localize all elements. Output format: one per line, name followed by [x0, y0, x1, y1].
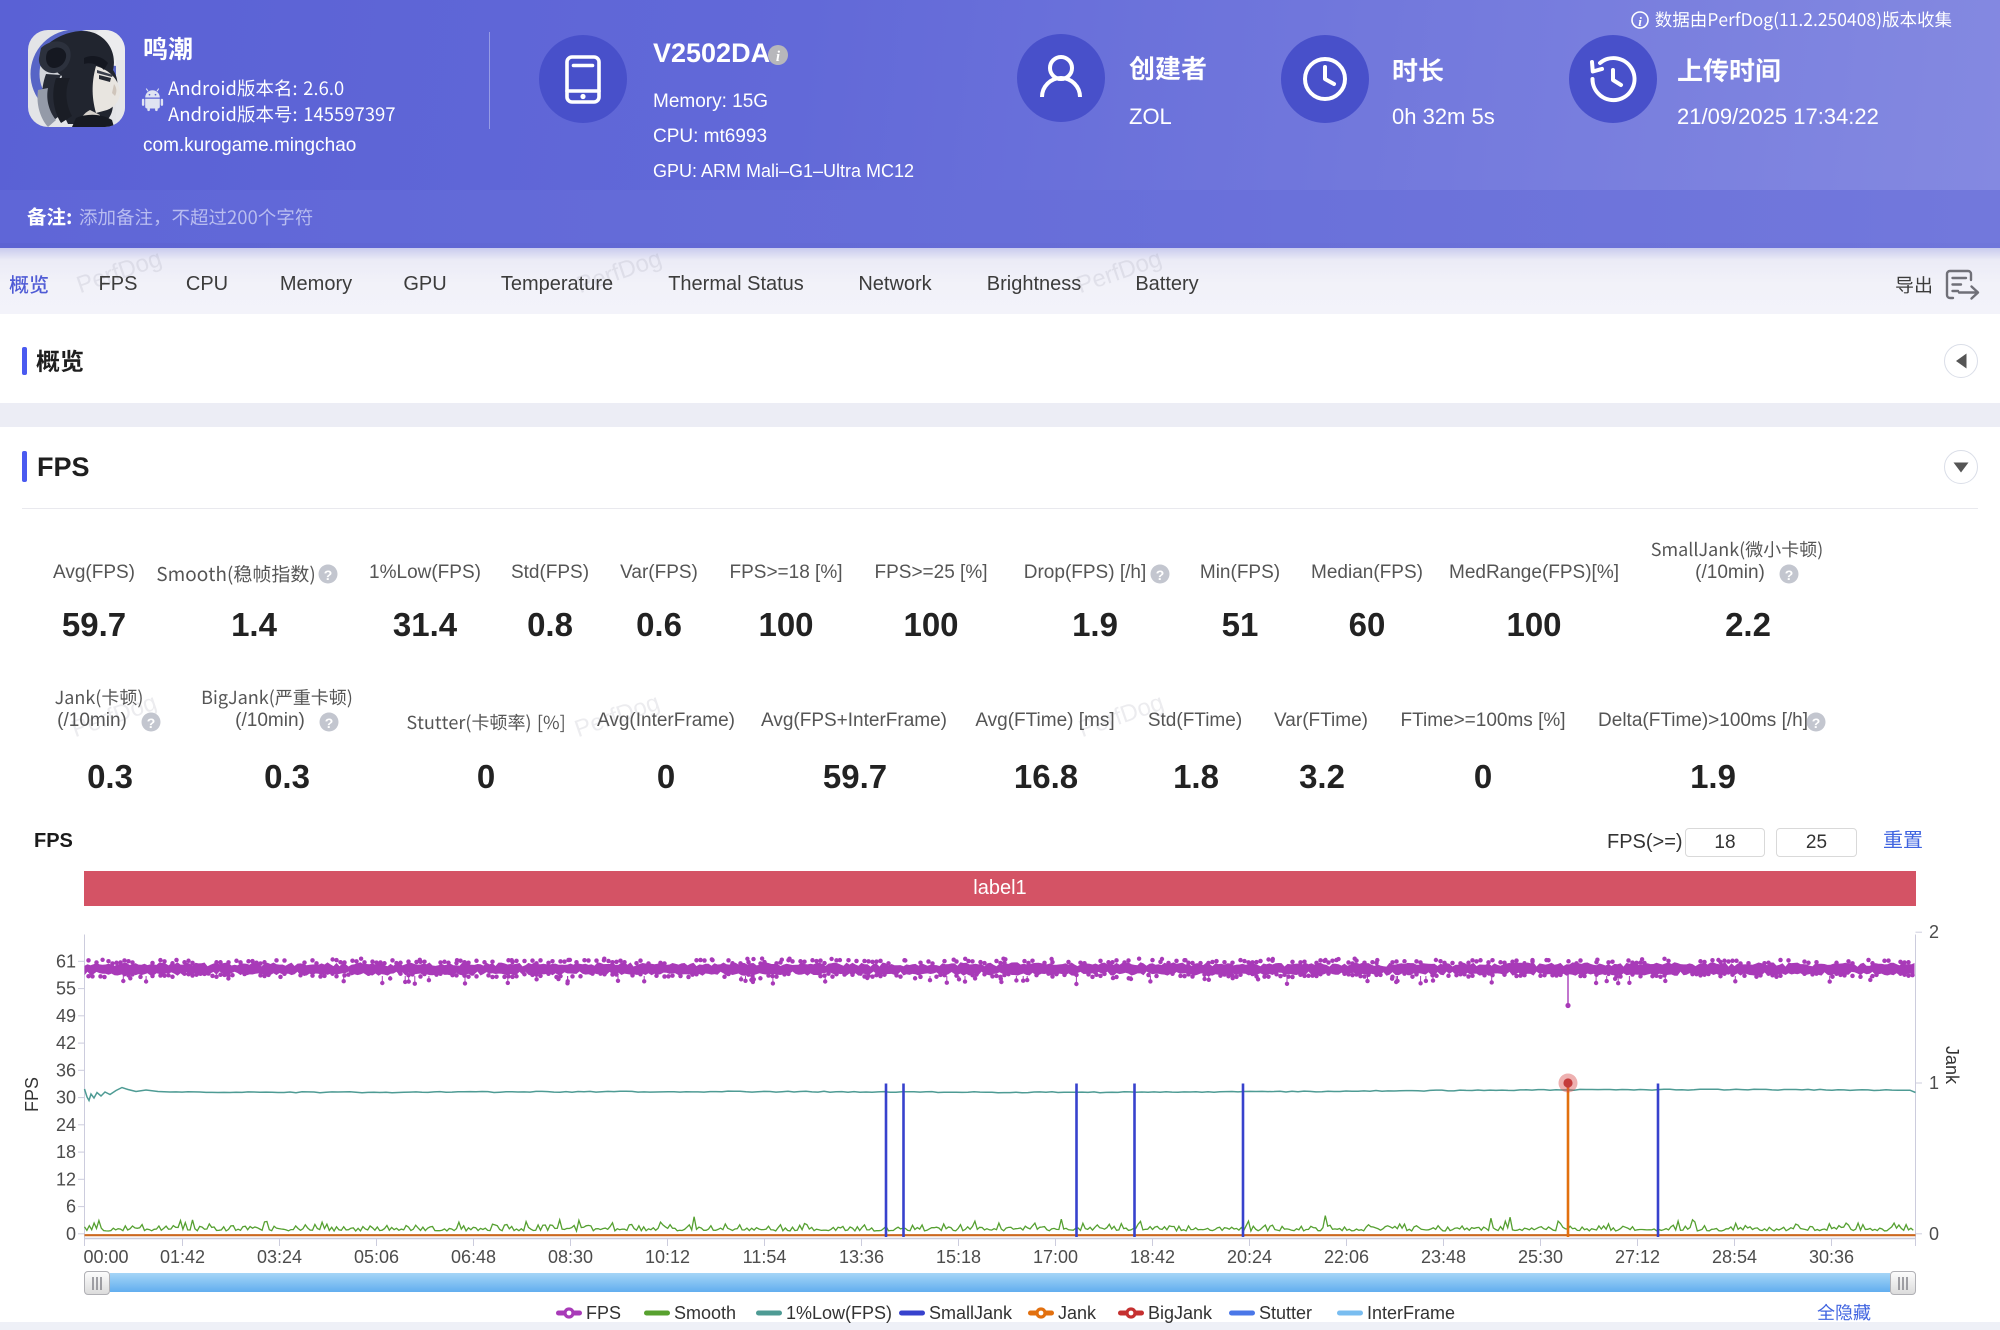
svg-text:61: 61	[56, 951, 76, 971]
svg-text:30:36: 30:36	[1809, 1247, 1854, 1267]
svg-text:25:30: 25:30	[1518, 1247, 1563, 1267]
svg-text:0: 0	[66, 1224, 76, 1244]
svg-text:?: ?	[325, 715, 334, 731]
svg-text:22:06: 22:06	[1324, 1247, 1369, 1267]
svg-text:6: 6	[66, 1197, 76, 1217]
svg-text:03:24: 03:24	[257, 1247, 302, 1267]
svg-text:27:12: 27:12	[1615, 1247, 1660, 1267]
svg-text:06:48: 06:48	[451, 1247, 496, 1267]
svg-text:FPS: FPS	[22, 1077, 42, 1112]
svg-text:10:12: 10:12	[645, 1247, 690, 1267]
svg-text:0: 0	[1929, 1224, 1939, 1244]
svg-text:55: 55	[56, 979, 76, 999]
svg-text:?: ?	[147, 715, 156, 731]
svg-text:24: 24	[56, 1115, 76, 1135]
svg-text:15:18: 15:18	[936, 1247, 981, 1267]
svg-text:11:54: 11:54	[743, 1247, 787, 1267]
svg-text:2: 2	[1929, 922, 1939, 942]
svg-text:i: i	[1638, 14, 1642, 29]
svg-text:28:54: 28:54	[1712, 1247, 1757, 1267]
svg-text:18:42: 18:42	[1130, 1247, 1175, 1267]
svg-text:36: 36	[56, 1060, 76, 1080]
svg-text:12: 12	[56, 1169, 76, 1189]
svg-text:17:00: 17:00	[1033, 1247, 1078, 1267]
svg-text:?: ?	[1812, 715, 1821, 731]
svg-text:42: 42	[56, 1033, 76, 1053]
svg-text:30: 30	[56, 1088, 76, 1108]
svg-text:1: 1	[1929, 1073, 1939, 1093]
svg-text:18: 18	[56, 1142, 76, 1162]
svg-text:49: 49	[56, 1006, 76, 1026]
svg-text:?: ?	[1785, 567, 1794, 583]
svg-text:?: ?	[324, 567, 333, 583]
svg-text:05:06: 05:06	[354, 1247, 399, 1267]
svg-text:?: ?	[1156, 567, 1165, 583]
svg-text:Jank: Jank	[1942, 1046, 1962, 1085]
svg-text:20:24: 20:24	[1227, 1247, 1272, 1267]
svg-text:13:36: 13:36	[839, 1247, 884, 1267]
svg-text:23:48: 23:48	[1421, 1247, 1466, 1267]
svg-text:01:42: 01:42	[160, 1247, 205, 1267]
svg-text:00:00: 00:00	[83, 1247, 128, 1267]
svg-text:08:30: 08:30	[548, 1247, 593, 1267]
